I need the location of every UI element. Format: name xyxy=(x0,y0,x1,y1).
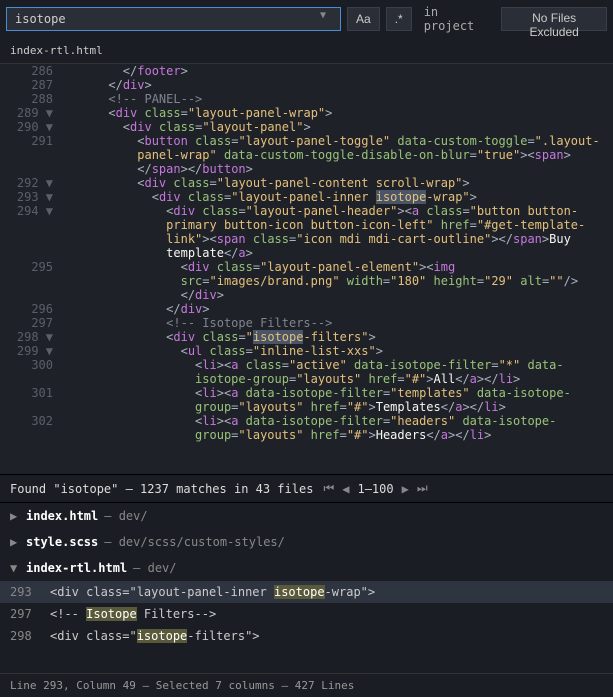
next-page-icon[interactable]: ▶ xyxy=(402,482,409,496)
file-result[interactable]: ▶style.scss — dev/scss/custom-styles/ xyxy=(0,529,613,555)
code-line[interactable]: group="layouts" href="#">Templates</a></… xyxy=(0,400,613,414)
code-line[interactable]: 299 ▼ <ul class="inline-list-xxs"> xyxy=(0,344,613,358)
code-line[interactable]: 296 </div> xyxy=(0,302,613,316)
code-line[interactable]: 301 <li><a data-isotope-filter="template… xyxy=(0,386,613,400)
scope-label: in project xyxy=(418,5,496,33)
page-range: 1—100 xyxy=(357,482,393,496)
file-tab[interactable]: index-rtl.html xyxy=(0,38,613,64)
files-excluded-button[interactable]: No Files Excluded xyxy=(501,7,607,31)
chevron-right-icon[interactable]: ▶ xyxy=(10,535,20,549)
code-line[interactable]: 289 ▼ <div class="layout-panel-wrap"> xyxy=(0,106,613,120)
code-line[interactable]: 295 <div class="layout-panel-element"><i… xyxy=(0,260,613,274)
code-line[interactable]: 300 <li><a class="active" data-isotope-f… xyxy=(0,358,613,372)
match-line[interactable]: 293<div class="layout-panel-inner isotop… xyxy=(0,581,613,603)
status-bar: Line 293, Column 49 — Selected 7 columns… xyxy=(0,673,613,697)
first-page-icon[interactable]: ⏮ xyxy=(323,481,334,496)
regex-button[interactable]: .* xyxy=(386,7,412,31)
code-line[interactable]: 294 ▼ <div class="layout-panel-header"><… xyxy=(0,204,613,218)
code-line[interactable]: </span></button> xyxy=(0,162,613,176)
code-line[interactable]: template</a> xyxy=(0,246,613,260)
results-summary: Found "isotope" — 1237 matches in 43 fil… xyxy=(10,482,313,496)
results-list: ▶index.html — dev/▶style.scss — dev/scss… xyxy=(0,503,613,647)
search-bar: ▼ Aa .* in project No Files Excluded xyxy=(0,0,613,38)
last-page-icon[interactable]: ⏭ xyxy=(417,481,428,496)
code-editor[interactable]: 286 </footer>287 </div>288 <!-- PANEL-->… xyxy=(0,64,613,474)
results-header: Found "isotope" — 1237 matches in 43 fil… xyxy=(0,474,613,503)
file-result[interactable]: ▶index.html — dev/ xyxy=(0,503,613,529)
file-result[interactable]: ▼index-rtl.html — dev/ xyxy=(0,555,613,581)
code-line[interactable]: 287 </div> xyxy=(0,78,613,92)
code-line[interactable]: primary button-icon button-icon-left" hr… xyxy=(0,218,613,232)
code-line[interactable]: 290 ▼ <div class="layout-panel"> xyxy=(0,120,613,134)
code-line[interactable]: group="layouts" href="#">Headers</a></li… xyxy=(0,428,613,442)
code-line[interactable]: 286 </footer> xyxy=(0,64,613,78)
results-pager: ⏮ ◀ 1—100 ▶ ⏭ xyxy=(323,481,427,496)
code-line[interactable]: 291 <button class="layout-panel-toggle" … xyxy=(0,134,613,148)
chevron-down-icon[interactable]: ▼ xyxy=(10,561,20,575)
prev-page-icon[interactable]: ◀ xyxy=(342,482,349,496)
chevron-right-icon[interactable]: ▶ xyxy=(10,509,20,523)
code-line[interactable]: </div> xyxy=(0,288,613,302)
code-line[interactable]: isotope-group="layouts" href="#">All</a>… xyxy=(0,372,613,386)
code-line[interactable]: 298 ▼ <div class="isotope-filters"> xyxy=(0,330,613,344)
search-input[interactable] xyxy=(6,7,341,31)
dropdown-icon[interactable]: ▼ xyxy=(320,10,326,21)
code-line[interactable]: 288 <!-- PANEL--> xyxy=(0,92,613,106)
code-line[interactable]: 292 ▼ <div class="layout-panel-content s… xyxy=(0,176,613,190)
code-line[interactable]: panel-wrap" data-custom-toggle-disable-o… xyxy=(0,148,613,162)
code-line[interactable]: src="images/brand.png" width="180" heigh… xyxy=(0,274,613,288)
code-line[interactable]: link"><span class="icon mdi mdi-cart-out… xyxy=(0,232,613,246)
match-line[interactable]: 298<div class="isotope-filters"> xyxy=(0,625,613,647)
code-line[interactable]: 302 <li><a data-isotope-filter="headers"… xyxy=(0,414,613,428)
code-line[interactable]: 297 <!-- Isotope Filters--> xyxy=(0,316,613,330)
code-line[interactable]: 293 ▼ <div class="layout-panel-inner iso… xyxy=(0,190,613,204)
match-line[interactable]: 297<!-- Isotope Filters--> xyxy=(0,603,613,625)
case-sensitive-button[interactable]: Aa xyxy=(347,7,380,31)
